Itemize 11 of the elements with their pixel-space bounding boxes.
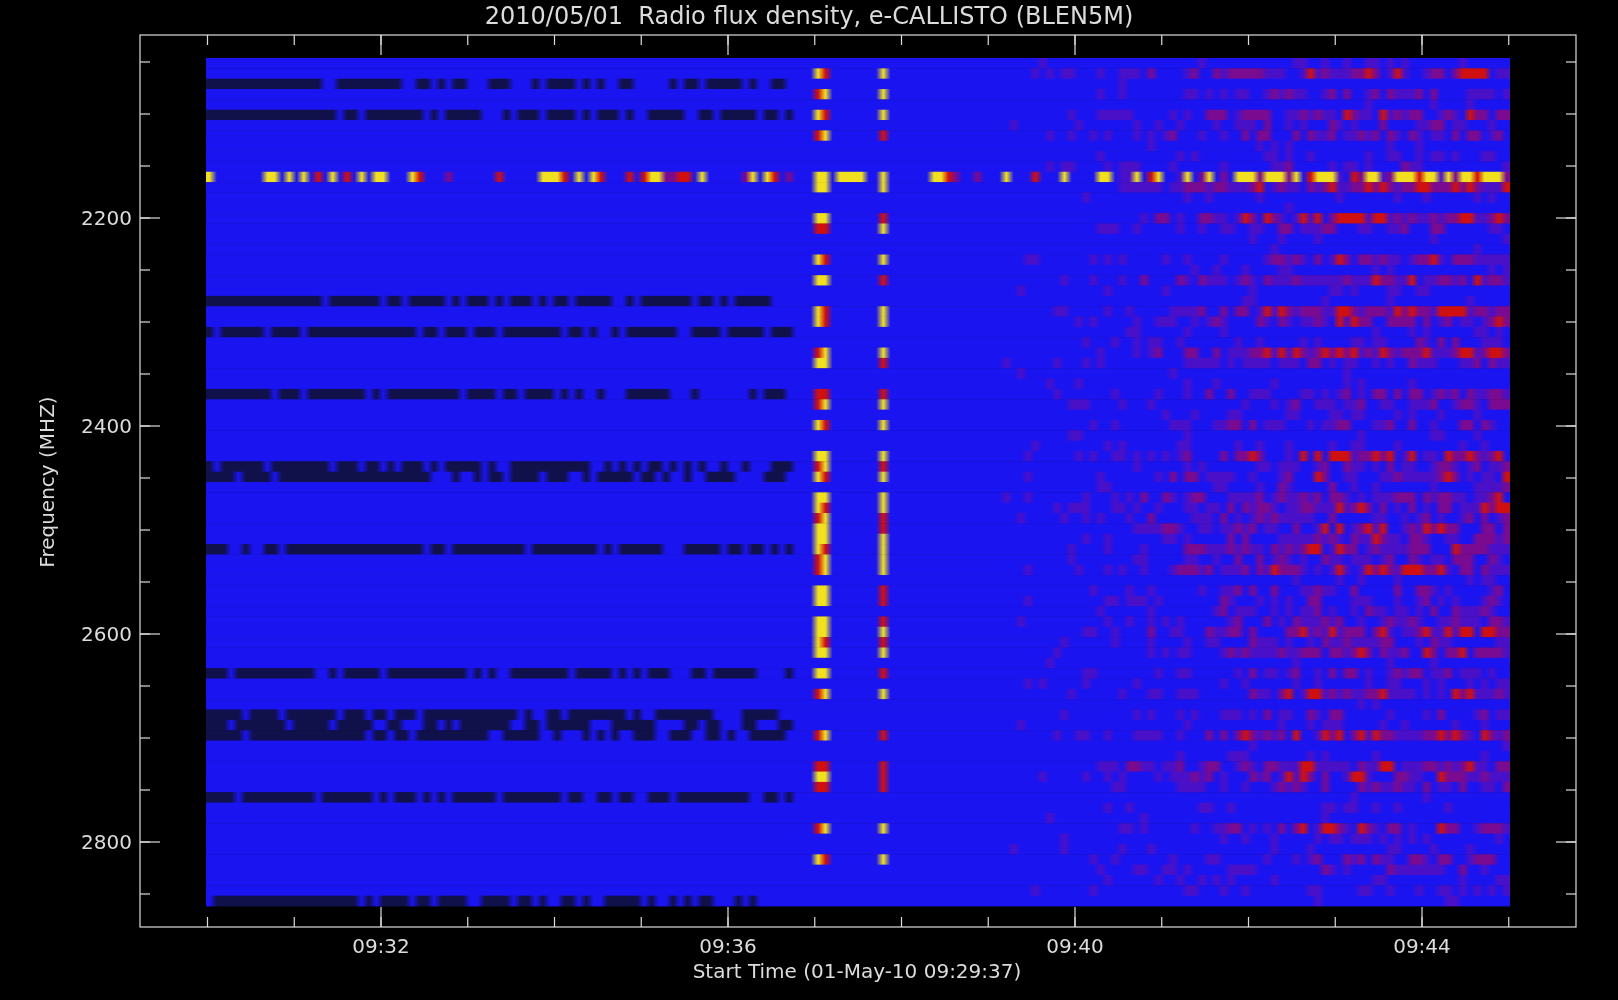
y-tick-label: 2200 [81, 206, 132, 230]
y-tick-label: 2400 [81, 414, 132, 438]
y-tick-label: 2800 [81, 830, 132, 854]
y-axis-label: Frequency (MHZ) [35, 396, 59, 568]
x-tick-label: 09:36 [699, 934, 757, 958]
x-tick-label: 09:40 [1046, 934, 1104, 958]
plot-title: 2010/05/01 Radio flux density, e-CALLISTO (BLEN5M) [484, 2, 1134, 30]
y-tick-label: 2600 [81, 622, 132, 646]
x-axis-label: Start Time (01-May-10 09:29:37) [692, 959, 1022, 983]
x-tick-label: 09:32 [352, 934, 410, 958]
x-tick-label: 09:44 [1393, 934, 1451, 958]
